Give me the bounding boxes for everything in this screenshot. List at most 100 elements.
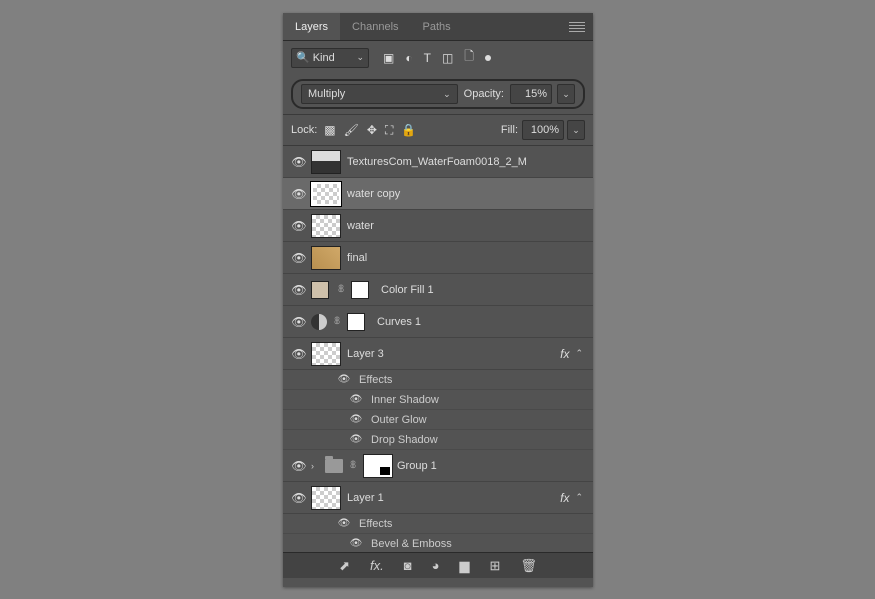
search-icon: 🔍 bbox=[296, 51, 310, 64]
effects-header[interactable]: 👁 Effects bbox=[283, 514, 593, 534]
adjustment-icon[interactable] bbox=[311, 314, 327, 330]
layer-thumbnail[interactable] bbox=[311, 342, 341, 366]
visibility-icon[interactable]: 👁 bbox=[287, 347, 311, 361]
effect-name: Inner Shadow bbox=[371, 394, 439, 406]
lock-all-icon[interactable]: 🔒 bbox=[401, 123, 416, 138]
layer-name: Layer 1 bbox=[347, 492, 384, 504]
add-style-icon[interactable]: fx. bbox=[370, 558, 384, 573]
visibility-icon[interactable]: 👁 bbox=[287, 155, 311, 169]
visibility-icon[interactable]: 👁 bbox=[287, 459, 311, 473]
tab-layers[interactable]: Layers bbox=[283, 13, 340, 40]
panel-menu-icon[interactable] bbox=[569, 22, 585, 32]
link-icon[interactable]: 𝟠 bbox=[335, 284, 347, 295]
bottom-toolbar: ⬈ fx. ◙ ◕ ▆ ⊞ 🗑 bbox=[283, 552, 593, 578]
effect-item[interactable]: 👁Bevel & Emboss bbox=[283, 534, 593, 552]
new-group-icon[interactable]: ▆ bbox=[459, 558, 469, 574]
link-layers-icon[interactable]: ⬈ bbox=[339, 558, 350, 574]
effects-header[interactable]: 👁 Effects bbox=[283, 370, 593, 390]
layer-thumbnail[interactable] bbox=[311, 150, 341, 174]
visibility-icon[interactable]: 👁 bbox=[337, 374, 351, 385]
lock-artboard-icon[interactable]: ⛶ bbox=[385, 123, 393, 138]
effect-item[interactable]: 👁 Inner Shadow bbox=[283, 390, 593, 410]
layer-row[interactable]: 👁 Layer 1 fx ⌃ bbox=[283, 482, 593, 514]
lock-position-icon[interactable]: ✥ bbox=[367, 123, 377, 138]
opacity-dropdown-icon[interactable]: ⌄ bbox=[557, 84, 575, 104]
lock-image-icon[interactable]: 🖌 bbox=[344, 123, 359, 138]
blend-mode-select[interactable]: Multiply ⌄ bbox=[301, 84, 458, 104]
layer-thumbnail[interactable] bbox=[311, 246, 341, 270]
fill-input[interactable]: 100% bbox=[522, 120, 564, 140]
layer-name: Color Fill 1 bbox=[381, 284, 434, 296]
visibility-icon[interactable]: 👁 bbox=[287, 315, 311, 329]
mask-thumbnail[interactable] bbox=[363, 454, 393, 478]
filter-pixel-icon[interactable]: ▣ bbox=[383, 51, 394, 65]
layer-thumbnail[interactable] bbox=[311, 182, 341, 206]
caret-icon[interactable]: ⌃ bbox=[575, 492, 583, 503]
visibility-icon[interactable]: 👁 bbox=[287, 219, 311, 233]
filter-icons: ▣ ◐ T ◫ 🗋 bbox=[383, 47, 491, 68]
fx-badge[interactable]: fx bbox=[560, 491, 569, 505]
filter-smart-icon[interactable]: 🗋 bbox=[464, 47, 474, 68]
layer-row[interactable]: 👁 final bbox=[283, 242, 593, 274]
filter-type-icon[interactable]: T bbox=[424, 51, 431, 65]
layer-row[interactable]: 👁 Layer 3 fx ⌃ bbox=[283, 338, 593, 370]
layer-filter-kind[interactable]: 🔍 ⌄ bbox=[291, 48, 369, 68]
filter-toggle-icon[interactable] bbox=[485, 55, 491, 61]
add-adjustment-icon[interactable]: ◕ bbox=[432, 558, 440, 573]
fill-dropdown-icon[interactable]: ⌄ bbox=[567, 120, 585, 140]
chevron-down-icon: ⌄ bbox=[443, 89, 451, 100]
layer-row[interactable]: 👁 › 𝟠 Group 1 bbox=[283, 450, 593, 482]
mask-thumbnail[interactable] bbox=[347, 313, 365, 331]
new-layer-icon[interactable]: ⊞ bbox=[489, 558, 500, 574]
effect-item[interactable]: 👁 Drop Shadow bbox=[283, 430, 593, 450]
lock-transparency-icon[interactable]: ▩ bbox=[324, 123, 335, 138]
visibility-icon[interactable]: 👁 bbox=[337, 518, 351, 529]
visibility-icon[interactable]: 👁 bbox=[349, 434, 363, 445]
layer-thumbnail[interactable] bbox=[311, 214, 341, 238]
visibility-icon[interactable]: 👁 bbox=[287, 283, 311, 297]
add-mask-icon[interactable]: ◙ bbox=[404, 558, 412, 573]
lock-icons: ▩ 🖌 ✥ ⛶ 🔒 bbox=[324, 123, 416, 138]
layer-name: Curves 1 bbox=[377, 316, 421, 328]
filter-shape-icon[interactable]: ◫ bbox=[442, 51, 453, 65]
layer-row[interactable]: 👁 water bbox=[283, 210, 593, 242]
link-icon[interactable]: 𝟠 bbox=[347, 460, 359, 471]
layers-panel: Layers Channels Paths 🔍 ⌄ ▣ ◐ T ◫ 🗋 Mult… bbox=[283, 13, 593, 587]
filter-row: 🔍 ⌄ ▣ ◐ T ◫ 🗋 bbox=[283, 41, 593, 74]
delete-layer-icon[interactable]: 🗑 bbox=[520, 558, 537, 574]
opacity-input[interactable]: 15% bbox=[510, 84, 552, 104]
visibility-icon[interactable]: 👁 bbox=[287, 251, 311, 265]
expand-icon[interactable]: › bbox=[311, 461, 323, 471]
lock-label: Lock: bbox=[291, 124, 317, 136]
layer-name: water bbox=[347, 220, 374, 232]
chevron-down-icon: ⌄ bbox=[356, 52, 364, 63]
folder-icon[interactable] bbox=[325, 459, 343, 473]
visibility-icon[interactable]: 👁 bbox=[349, 394, 363, 405]
effects-label: Effects bbox=[359, 374, 392, 386]
layer-row[interactable]: 👁 𝟠 Curves 1 bbox=[283, 306, 593, 338]
visibility-icon[interactable]: 👁 bbox=[349, 538, 363, 549]
layer-name: Group 1 bbox=[397, 460, 437, 472]
layer-row[interactable]: 👁 𝟠 Color Fill 1 bbox=[283, 274, 593, 306]
kind-input[interactable] bbox=[313, 52, 354, 64]
layer-thumbnail[interactable] bbox=[311, 281, 329, 299]
layers-list[interactable]: 👁 TexturesCom_WaterFoam0018_2_M 👁 water … bbox=[283, 146, 593, 552]
tab-channels[interactable]: Channels bbox=[340, 13, 410, 40]
link-icon[interactable]: 𝟠 bbox=[331, 316, 343, 327]
tab-paths[interactable]: Paths bbox=[411, 13, 463, 40]
layer-name: water copy bbox=[347, 188, 400, 200]
visibility-icon[interactable]: 👁 bbox=[349, 414, 363, 425]
filter-adjustment-icon[interactable]: ◐ bbox=[405, 51, 412, 65]
layer-name: Layer 3 bbox=[347, 348, 384, 360]
effect-item[interactable]: 👁Outer Glow bbox=[283, 410, 593, 430]
mask-thumbnail[interactable] bbox=[351, 281, 369, 299]
visibility-icon[interactable]: 👁 bbox=[287, 187, 311, 201]
effects-label: Effects bbox=[359, 518, 392, 530]
visibility-icon[interactable]: 👁 bbox=[287, 491, 311, 505]
layer-row[interactable]: 👁 water copy bbox=[283, 178, 593, 210]
layer-row[interactable]: 👁 TexturesCom_WaterFoam0018_2_M bbox=[283, 146, 593, 178]
layer-thumbnail[interactable] bbox=[311, 486, 341, 510]
caret-icon[interactable]: ⌃ bbox=[575, 348, 583, 359]
effect-name: Drop Shadow bbox=[371, 434, 438, 446]
fx-badge[interactable]: fx bbox=[560, 347, 569, 361]
